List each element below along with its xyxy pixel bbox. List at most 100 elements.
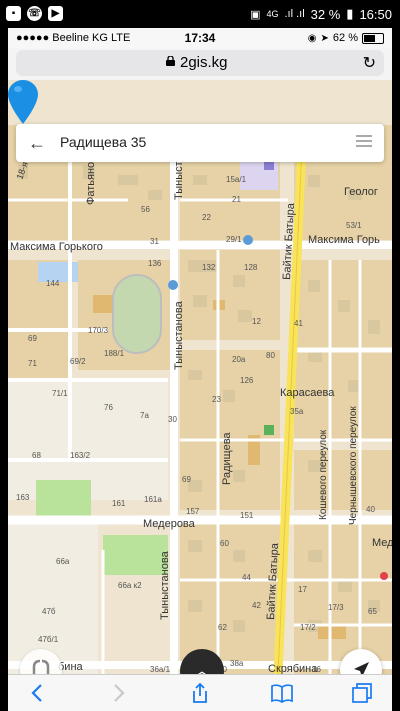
sim-icon: ▣	[250, 8, 261, 21]
my-location-button[interactable]	[340, 649, 382, 674]
svg-text:68: 68	[32, 451, 41, 460]
svg-text:132: 132	[202, 263, 216, 272]
svg-text:44: 44	[242, 573, 251, 582]
phone-screen: ●●●●● Beeline KG LTE 17:34 ◉ ➤ 62 % 2gis…	[8, 28, 392, 711]
url-text: 2gis.kg	[180, 54, 228, 71]
svg-text:53/1: 53/1	[346, 221, 362, 230]
building-orange-2	[318, 625, 346, 639]
stadium	[112, 274, 162, 354]
svg-text:163/2: 163/2	[70, 451, 91, 460]
label-maksima-gorkogo-e: Максима Горь	[308, 234, 380, 246]
svg-text:16: 16	[312, 665, 321, 674]
svg-text:20а: 20а	[232, 355, 246, 364]
svg-text:170/3: 170/3	[88, 326, 109, 335]
svg-text:17: 17	[298, 585, 307, 594]
svg-text:17/3: 17/3	[328, 603, 344, 612]
label-geolog: Геолог	[344, 186, 378, 198]
svg-text:36а/1: 36а/1	[150, 665, 171, 674]
label-koshevogo: Кошевого переулок	[318, 429, 329, 520]
svg-text:71/1: 71/1	[52, 389, 68, 398]
search-card[interactable]: ← Радищева 35	[16, 124, 384, 162]
system-indicators: ▣ 4G .ıl .ıl 32 % ▮ 16:50	[250, 6, 392, 22]
label-karasaeva: Карасаева	[280, 387, 335, 399]
label-tynystanova-s: Тыныстанова	[159, 550, 171, 620]
ios-battery-percent: 62 %	[332, 32, 358, 44]
ios-status-bar: ●●●●● Beeline KG LTE 17:34 ◉ ➤ 62 %	[8, 28, 392, 48]
svg-text:40: 40	[366, 505, 375, 514]
svg-text:157: 157	[186, 507, 200, 516]
svg-text:31: 31	[150, 237, 159, 246]
svg-text:136: 136	[148, 259, 162, 268]
svg-text:56: 56	[141, 205, 150, 214]
svg-text:66а к2: 66а к2	[118, 581, 142, 590]
label-skryabina: Скрябина	[268, 663, 318, 674]
back-icon[interactable]	[26, 681, 50, 705]
location-icon: ◉	[307, 32, 317, 44]
search-title: Радищева 35	[60, 134, 147, 150]
bus-stop-icon-2[interactable]	[168, 280, 178, 290]
svg-text:65: 65	[368, 607, 377, 616]
share-icon[interactable]	[188, 681, 212, 705]
svg-text:47б: 47б	[42, 607, 56, 616]
svg-text:80: 80	[266, 351, 275, 360]
label-radishcheva: Радищева	[221, 432, 233, 485]
svg-text:47б/1: 47б/1	[38, 635, 59, 644]
poi-red-icon[interactable]	[380, 572, 388, 580]
svg-text:7а: 7а	[140, 411, 149, 420]
svg-text:128: 128	[244, 263, 258, 272]
svg-text:66а: 66а	[56, 557, 70, 566]
svg-text:188/1: 188/1	[104, 349, 125, 358]
label-maksima-gorkogo-w: Максима Горького	[10, 241, 103, 253]
svg-text:144: 144	[46, 279, 60, 288]
signal-icon: .ıl .ıl	[284, 8, 305, 20]
label-tynystanova-m: Тыныстанова	[173, 300, 185, 370]
svg-text:62: 62	[218, 623, 227, 632]
whatsapp-icon: ☏	[27, 6, 42, 21]
svg-text:151: 151	[240, 511, 254, 520]
map-view[interactable]: Максима Горького Максима Горь Геолог Кар…	[8, 80, 392, 674]
android-battery-icon: ▮	[346, 6, 354, 21]
svg-text:69: 69	[28, 334, 37, 343]
svg-text:21: 21	[232, 195, 241, 204]
android-status-bar: ▪ ☏ ▶ ▣ 4G .ıl .ıl 32 % ▮ 16:50	[0, 0, 400, 28]
map-canvas[interactable]: Максима Горького Максима Горь Геолог Кар…	[8, 80, 392, 674]
label-mederova-e: Мед	[372, 537, 392, 549]
reload-icon[interactable]: ↻	[363, 53, 376, 73]
label-mederova: Медерова	[143, 518, 196, 530]
safari-toolbar	[8, 674, 392, 711]
lock-icon	[166, 56, 175, 66]
route-icon	[32, 659, 50, 674]
svg-text:161а: 161а	[144, 495, 162, 504]
battery-icon	[362, 32, 384, 44]
svg-text:71: 71	[28, 359, 37, 368]
svg-text:161: 161	[112, 499, 126, 508]
label-chernyshevskogo: Чернышевского переулок	[348, 406, 359, 525]
svg-text:15а/1: 15а/1	[226, 175, 247, 184]
svg-text:69/2: 69/2	[70, 357, 86, 366]
tabs-icon[interactable]	[350, 681, 374, 705]
svg-text:23: 23	[212, 395, 221, 404]
pharmacy-icon[interactable]	[264, 425, 274, 435]
android-time: 16:50	[359, 6, 392, 22]
android-battery-percent: 32 %	[310, 6, 341, 22]
forward-icon[interactable]	[106, 681, 130, 705]
svg-text:42: 42	[252, 601, 261, 610]
address-bar[interactable]: 2gis.kg ↻	[16, 50, 384, 76]
network-type: 4G	[266, 9, 279, 19]
location-pin-icon[interactable]	[8, 80, 38, 124]
svg-text:60: 60	[220, 539, 229, 548]
svg-text:126: 126	[240, 376, 254, 385]
bus-stop-icon[interactable]	[243, 235, 253, 245]
hamburger-icon[interactable]	[356, 135, 372, 147]
svg-text:17/2: 17/2	[300, 623, 316, 632]
svg-text:163: 163	[16, 493, 30, 502]
park-1	[36, 480, 91, 520]
youtube-icon: ▶	[48, 6, 63, 21]
svg-text:69: 69	[182, 475, 191, 484]
bookmarks-icon[interactable]	[270, 681, 294, 705]
route-button[interactable]	[20, 649, 62, 674]
navigation-arrow-icon	[354, 662, 369, 674]
svg-text:35а: 35а	[290, 407, 304, 416]
back-arrow-icon[interactable]: ←	[28, 133, 46, 154]
svg-text:76: 76	[104, 403, 113, 412]
